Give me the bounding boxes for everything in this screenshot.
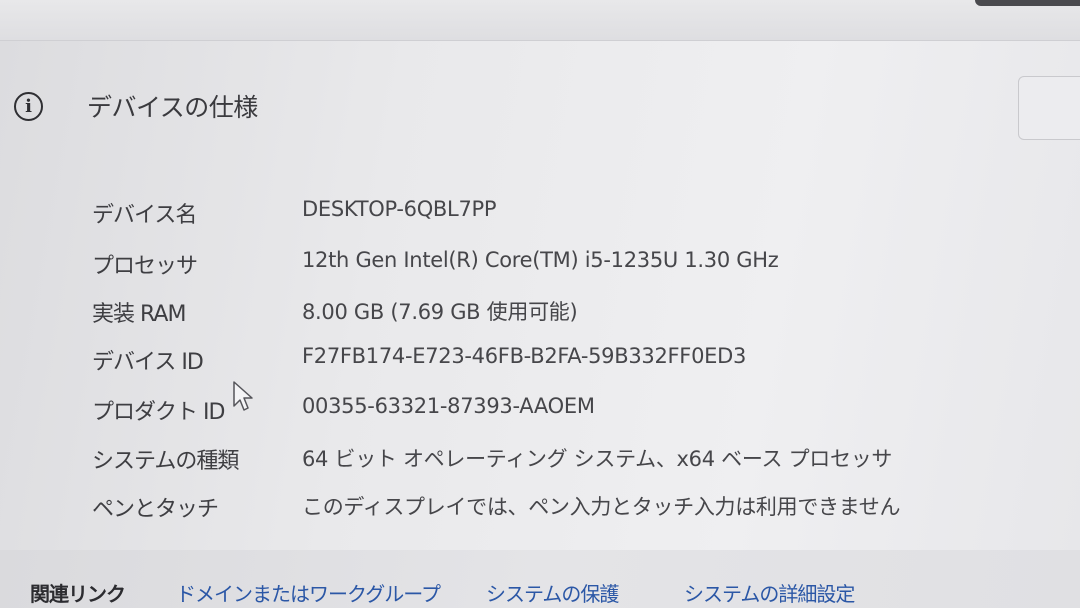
mouse-pointer-icon [233, 381, 253, 411]
spec-value[interactable]: このディスプレイでは、ペン入力とタッチ入力は利用できません [302, 491, 901, 521]
related-links-label: 関連リンク [30, 582, 126, 606]
spec-row-pen-and-touch: ペンとタッチ このディスプレイでは、ペン入力とタッチ入力は利用できません [0, 491, 1080, 527]
spec-row-processor: プロセッサ 12th Gen Intel(R) Core(TM) i5-1235… [0, 248, 1080, 284]
spec-row-installed-ram: 実装 RAM 8.00 GB (7.69 GB 使用可能) [0, 296, 1080, 332]
spec-label: プロダクト ID [92, 400, 225, 425]
window-corner-control[interactable] [975, 0, 1080, 6]
related-links-bar: 関連リンク ドメインまたはワークグループ システムの保護 システムの詳細設定 [0, 550, 1080, 608]
spec-value[interactable]: F27FB174-E723-46FB-B2FA-59B332FF0ED3 [302, 344, 746, 368]
title-bar-area [0, 0, 1080, 40]
copy-button[interactable] [1018, 76, 1080, 140]
spec-label: ペンとタッチ [92, 497, 219, 522]
device-specifications-header[interactable]: i デバイスの仕様 [14, 86, 258, 126]
spec-value[interactable]: 12th Gen Intel(R) Core(TM) i5-1235U 1.30… [302, 248, 779, 272]
section-title: デバイスの仕様 [87, 93, 258, 122]
spec-label: デバイス名 [92, 203, 197, 228]
spec-value[interactable]: DESKTOP-6QBL7PP [302, 197, 497, 221]
spec-value[interactable]: 00355-63321-87393-AAOEM [302, 394, 595, 418]
spec-label: システムの種類 [92, 449, 239, 474]
spec-value[interactable]: 8.00 GB (7.69 GB 使用可能) [302, 296, 578, 326]
spec-row-device-id: デバイス ID F27FB174-E723-46FB-B2FA-59B332FF… [0, 344, 1080, 380]
spec-row-system-type: システムの種類 64 ビット オペレーティング システム、x64 ベース プロセ… [0, 443, 1080, 479]
spec-row-device-name: デバイス名 DESKTOP-6QBL7PP [0, 197, 1080, 233]
spec-value[interactable]: 64 ビット オペレーティング システム、x64 ベース プロセッサ [302, 443, 892, 473]
link-domain-or-workgroup[interactable]: ドメインまたはワークグループ [176, 578, 441, 607]
spec-label: 実装 RAM [92, 302, 186, 327]
link-advanced-system-settings[interactable]: システムの詳細設定 [684, 578, 855, 607]
spec-label: デバイス ID [92, 350, 204, 375]
info-icon: i [14, 91, 43, 121]
spec-label: プロセッサ [92, 254, 198, 279]
link-system-protection[interactable]: システムの保護 [486, 578, 619, 607]
spec-row-product-id: プロダクト ID 00355-63321-87393-AAOEM [0, 394, 1080, 430]
